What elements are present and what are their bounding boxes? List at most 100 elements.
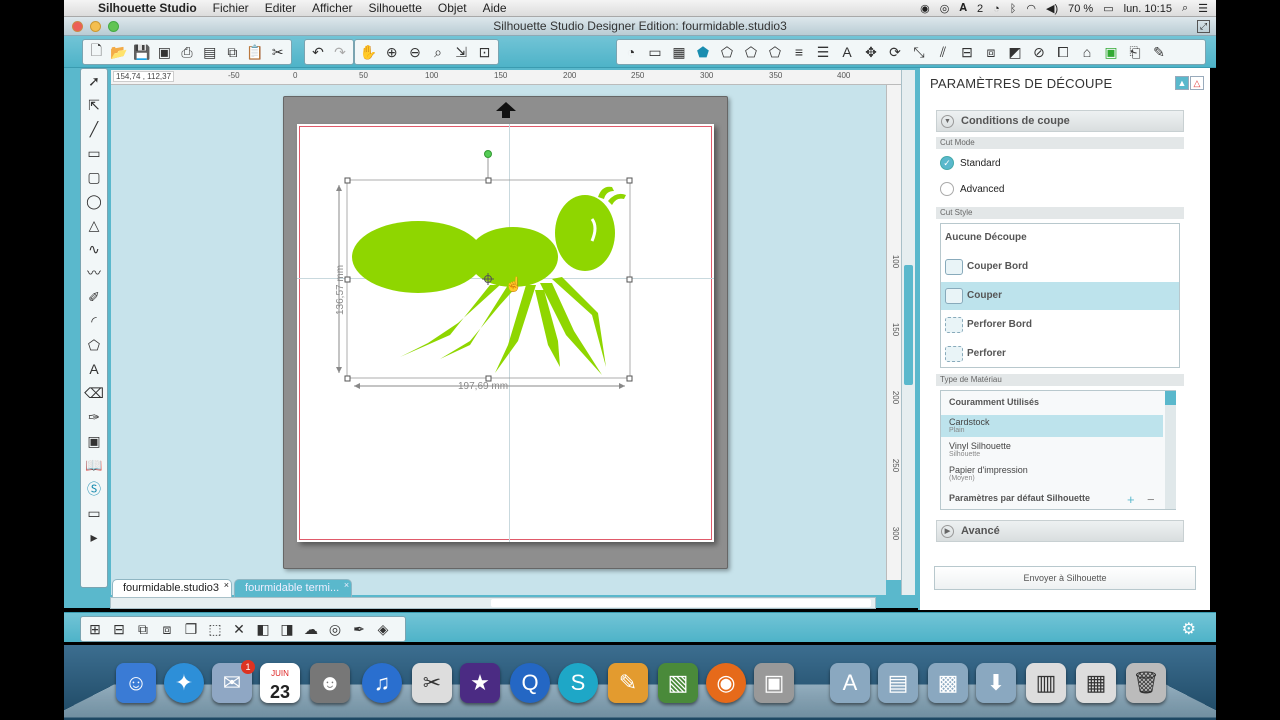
copy-icon[interactable]: ⧉ [222, 41, 243, 63]
line-icon[interactable]: ╱ [81, 117, 107, 141]
ungroup-icon[interactable]: ⊟ [108, 618, 130, 640]
style-cut-edge[interactable]: Couper Bord [941, 253, 1179, 281]
silhouette-store-icon[interactable]: Ⓢ [81, 477, 107, 501]
pen-tool-icon[interactable]: ✒ [348, 618, 370, 640]
trace-target-icon[interactable]: ◎ [324, 618, 346, 640]
library-book-icon[interactable]: 📖 [81, 453, 107, 477]
send-cut-icon[interactable]: ⎗ [1124, 41, 1146, 63]
adobe-icon[interactable]: 𝐀 [959, 2, 967, 15]
ellipse-icon[interactable]: ◯ [81, 189, 107, 213]
contacts-icon[interactable]: ☻ [310, 663, 350, 703]
menu-aide[interactable]: Aide [475, 1, 515, 15]
text-style-icon[interactable]: A [836, 41, 858, 63]
rounded-rect-icon[interactable]: ▢ [81, 165, 107, 189]
print-icon[interactable]: ⎙ [177, 41, 198, 63]
modify-icon[interactable]: ◩ [1004, 41, 1026, 63]
preview-icon[interactable]: ▣ [754, 663, 794, 703]
send-to-silhouette-button[interactable]: Envoyer à Silhouette [934, 566, 1196, 590]
grid-icon[interactable]: ▦ [668, 41, 690, 63]
window-icon[interactable]: ▭ [81, 501, 107, 525]
new-file-icon[interactable]: 🗋 [86, 41, 107, 63]
radio-standard[interactable]: ✓ Standard [940, 156, 1001, 170]
cut-icon[interactable]: ✂ [267, 41, 288, 63]
zoom-select-icon[interactable]: ⌕ [428, 41, 449, 63]
redo-icon[interactable]: ↷ [330, 41, 350, 63]
delete-icon[interactable]: ✕ [228, 618, 250, 640]
zoom-in-icon[interactable]: ⊕ [381, 41, 402, 63]
shear-icon[interactable]: ⫽ [932, 41, 954, 63]
rhinestone-icon[interactable]: ◈ [372, 618, 394, 640]
menu-objet[interactable]: Objet [430, 1, 475, 15]
material-scroll-thumb[interactable] [1165, 391, 1176, 405]
material-item[interactable]: Papier d'impression (Moyen) [941, 463, 1163, 485]
select-arrow-icon[interactable]: ➚ [81, 69, 107, 93]
advanced-header[interactable]: ▶ Avancé [936, 520, 1184, 542]
smooth-freehand-icon[interactable]: ✐ [81, 285, 107, 309]
freehand-icon[interactable]: 〰 [81, 261, 107, 285]
rotate-icon[interactable]: ⟳ [884, 41, 906, 63]
calendar-icon[interactable]: JUIN 23 [260, 663, 300, 703]
drag-zoom-icon[interactable]: ⇲ [451, 41, 472, 63]
close-tab-icon[interactable]: × [344, 580, 349, 590]
horizontal-scroll-thumb[interactable] [491, 599, 871, 607]
rectangle-icon[interactable]: ▭ [81, 141, 107, 165]
duplicate-icon[interactable]: ❐ [180, 618, 202, 640]
group-icon[interactable]: ⊞ [84, 618, 106, 640]
pictures-folder-icon[interactable]: ▩ [928, 663, 968, 703]
make-path-icon[interactable]: ☁ [300, 618, 322, 640]
close-tab-icon[interactable]: × [224, 580, 229, 590]
scissors-app-icon[interactable]: ✂ [412, 663, 452, 703]
replicate-icon[interactable]: ⧈ [980, 41, 1002, 63]
material-item[interactable]: Cardstock Plain [941, 415, 1163, 437]
trace-icon[interactable]: ⧠ [1052, 41, 1074, 63]
library-icon[interactable]: ⌂ [1076, 41, 1098, 63]
undo-icon[interactable]: ↶ [308, 41, 328, 63]
scale-icon[interactable]: ⤡ [908, 41, 930, 63]
style-perforate-edge[interactable]: Perforer Bord [941, 311, 1179, 339]
polygon-icon[interactable]: △ [81, 213, 107, 237]
vertical-scrollbar[interactable] [901, 70, 915, 595]
style-perforate[interactable]: Perforer [941, 340, 1179, 368]
material-scrollbar[interactable] [1165, 391, 1176, 509]
pentagon-outline-icon[interactable]: ⬠ [740, 41, 762, 63]
iphoto-icon[interactable]: ▧ [658, 663, 698, 703]
ant-shape[interactable]: 197,69 mm 136,57 mm [330, 145, 640, 395]
page-settings-icon[interactable]: ▭ [644, 41, 666, 63]
itunes-icon[interactable]: ♫ [362, 663, 402, 703]
arc-icon[interactable]: ◜ [81, 309, 107, 333]
send-back-icon[interactable]: ◨ [276, 618, 298, 640]
weld-icon[interactable]: ⬚ [204, 618, 226, 640]
menu-editer[interactable]: Editer [257, 1, 304, 15]
cut-settings-icon[interactable]: ✎ [1148, 41, 1170, 63]
fullscreen-icon[interactable]: ⤢ [1197, 20, 1210, 33]
horizontal-scrollbar[interactable] [110, 597, 876, 609]
bring-front-icon[interactable]: ◧ [252, 618, 274, 640]
line-style-icon[interactable]: ≡ [788, 41, 810, 63]
paste-icon[interactable]: 📋 [245, 41, 266, 63]
finder-icon[interactable]: ☺ [116, 663, 156, 703]
record-icon[interactable]: ◉ [920, 2, 930, 15]
eraser-icon[interactable]: ⌫ [81, 381, 107, 405]
style-cut[interactable]: Couper [941, 282, 1179, 310]
text-tool-icon[interactable]: A [81, 357, 107, 381]
menu-silhouette[interactable]: Silhouette [361, 1, 430, 15]
mail-icon[interactable]: ✉ 1 [212, 660, 255, 703]
align-icon[interactable]: ⊟ [956, 41, 978, 63]
pentagon-line-icon[interactable]: ⬠ [716, 41, 738, 63]
print-cut-icon[interactable]: ▤ [199, 41, 220, 63]
downloads-folder-icon[interactable]: ⬇ [976, 663, 1016, 703]
circle-icon[interactable]: ◎ [940, 2, 950, 15]
material-item[interactable]: Vinyl Silhouette Silhouette [941, 439, 1163, 461]
compound-path-icon[interactable]: ⧉ [132, 618, 154, 640]
save-library-icon[interactable]: ▣ [154, 41, 175, 63]
point-edit-icon[interactable]: ⇱ [81, 93, 107, 117]
offset-icon[interactable]: ⊘ [1028, 41, 1050, 63]
fit-page-icon[interactable]: ⊡ [474, 41, 495, 63]
settings-gear-icon[interactable]: ⚙ [1182, 619, 1196, 639]
screenshot-stack-icon[interactable]: ▦ [1076, 663, 1116, 703]
save-icon[interactable]: 💾 [131, 41, 152, 63]
volume-icon[interactable]: ◀) [1046, 2, 1058, 15]
firefox-icon[interactable]: ◉ [706, 663, 746, 703]
regular-polygon-icon[interactable]: ⬠ [81, 333, 107, 357]
open-file-icon[interactable]: 📂 [109, 41, 130, 63]
